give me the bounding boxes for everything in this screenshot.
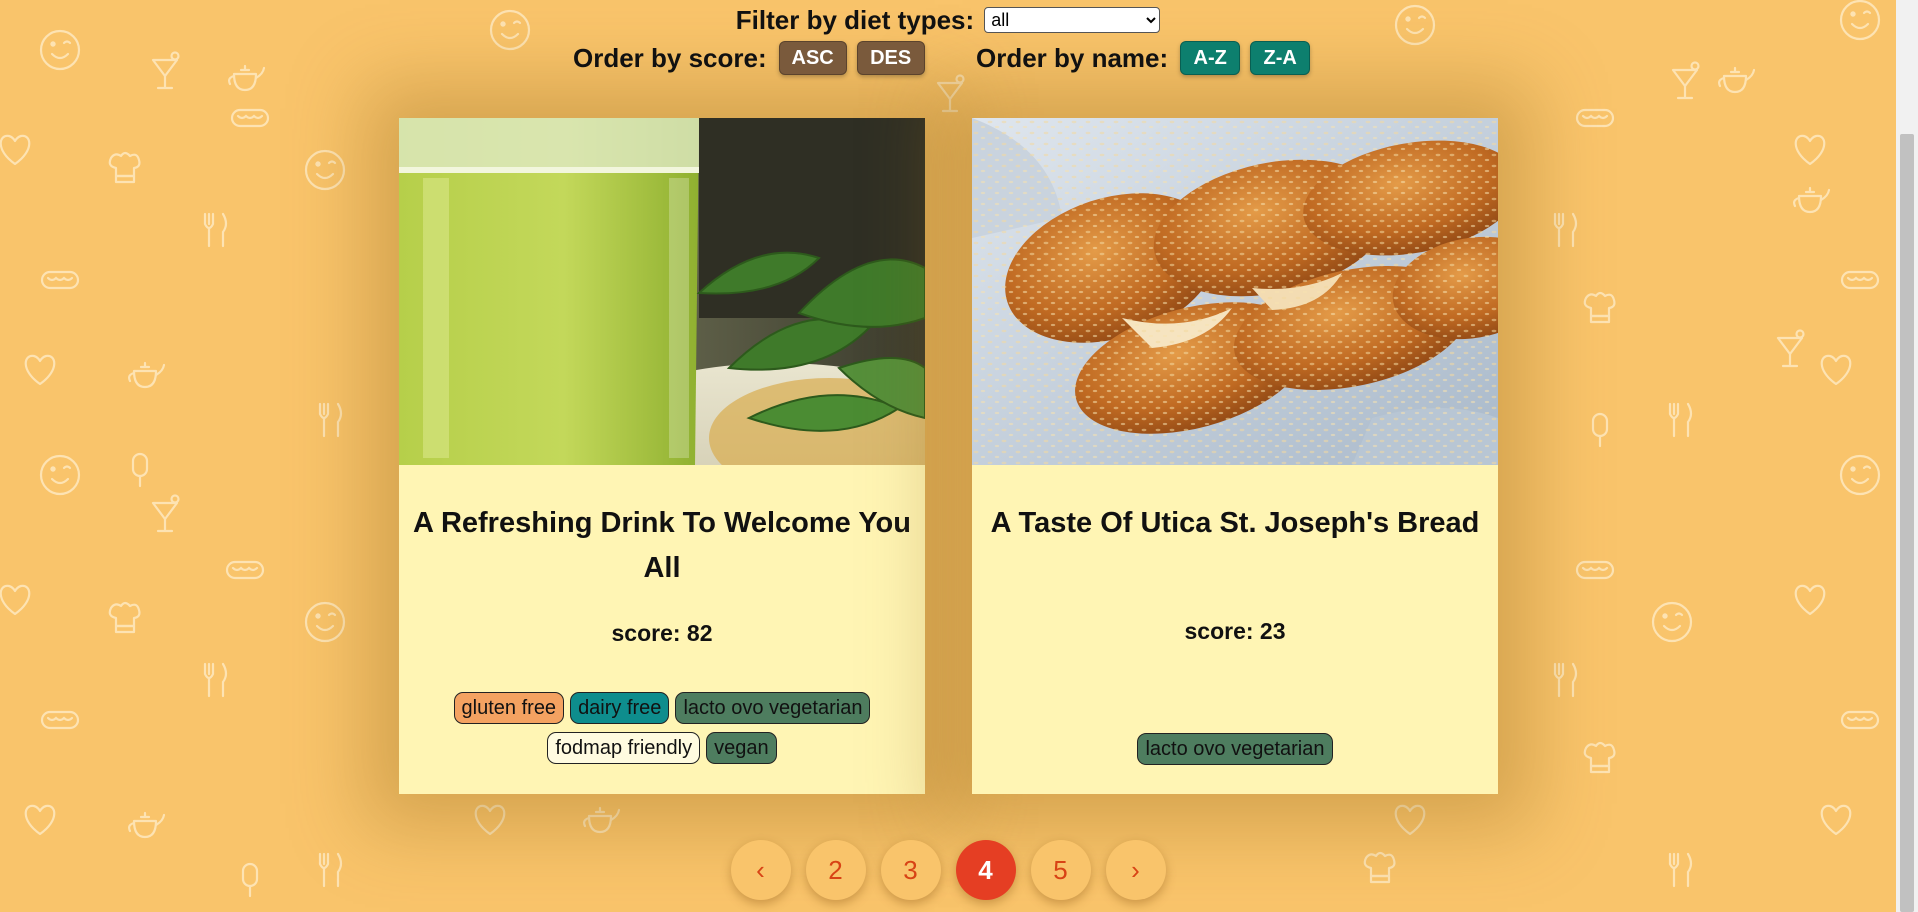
diet-type-select[interactable]: all: [984, 7, 1161, 33]
name-za-button[interactable]: Z-A: [1250, 41, 1311, 75]
background-pattern: [0, 0, 1881, 898]
recipe-card-refreshing-drink[interactable]: A Refreshing Drink To Welcome You All sc…: [399, 118, 925, 794]
score-des-button[interactable]: DES: [856, 41, 925, 75]
diet-tags: gluten free dairy free lacto ovo vegetar…: [429, 692, 895, 764]
page-4-button-current[interactable]: 4: [955, 840, 1016, 900]
filter-label: Filter by diet types:: [735, 4, 975, 35]
recipe-card-st-josephs-bread[interactable]: A Taste Of Utica St. Joseph's Bread scor…: [972, 118, 1498, 794]
order-row: Order by score: ASC DES Order by name: A…: [0, 40, 1896, 76]
page-5-button[interactable]: 5: [1030, 840, 1091, 900]
hotdog-icon: [40, 108, 1880, 730]
recipe-title: A Refreshing Drink To Welcome You All: [413, 507, 911, 584]
recipe-score: score: 23: [1184, 618, 1286, 644]
name-az-button[interactable]: A-Z: [1180, 41, 1241, 75]
order-by-score-label: Order by score:: [573, 42, 767, 73]
diet-tag-lacto-ovo-vegetarian: lacto ovo vegetarian: [1137, 733, 1333, 765]
scrollbar[interactable]: [1896, 0, 1918, 912]
order-by-name-label: Order by name:: [976, 42, 1169, 73]
prev-page-button[interactable]: ‹: [730, 840, 791, 900]
order-by-name-group: Order by name: A-Z Z-A: [976, 40, 1311, 76]
diet-tag-fodmap-friendly: fodmap friendly: [547, 732, 701, 764]
recipe-score: score: 82: [611, 620, 713, 646]
pagination: ‹ 2 3 4 5 ›: [0, 840, 1896, 900]
order-by-score-group: Order by score: ASC DES: [573, 40, 925, 76]
recipe-image-braided-bread: [972, 118, 1498, 465]
recipe-image-green-drink: [399, 118, 925, 465]
diet-tag-dairy-free: dairy free: [570, 692, 670, 724]
diet-tag-vegan: vegan: [706, 732, 777, 764]
diet-tag-lacto-ovo-vegetarian: lacto ovo vegetarian: [675, 692, 871, 724]
scrollbar-thumb[interactable]: [1900, 134, 1914, 912]
next-page-button[interactable]: ›: [1105, 840, 1166, 900]
page-2-button[interactable]: 2: [805, 840, 866, 900]
filter-row: Filter by diet types: all: [0, 4, 1896, 36]
score-asc-button[interactable]: ASC: [778, 41, 847, 75]
recipe-title: A Taste Of Utica St. Joseph's Bread: [990, 507, 1480, 539]
page-3-button[interactable]: 3: [880, 840, 941, 900]
diet-tag-gluten-free: gluten free: [453, 692, 565, 724]
diet-tags: lacto ovo vegetarian: [1002, 733, 1468, 765]
